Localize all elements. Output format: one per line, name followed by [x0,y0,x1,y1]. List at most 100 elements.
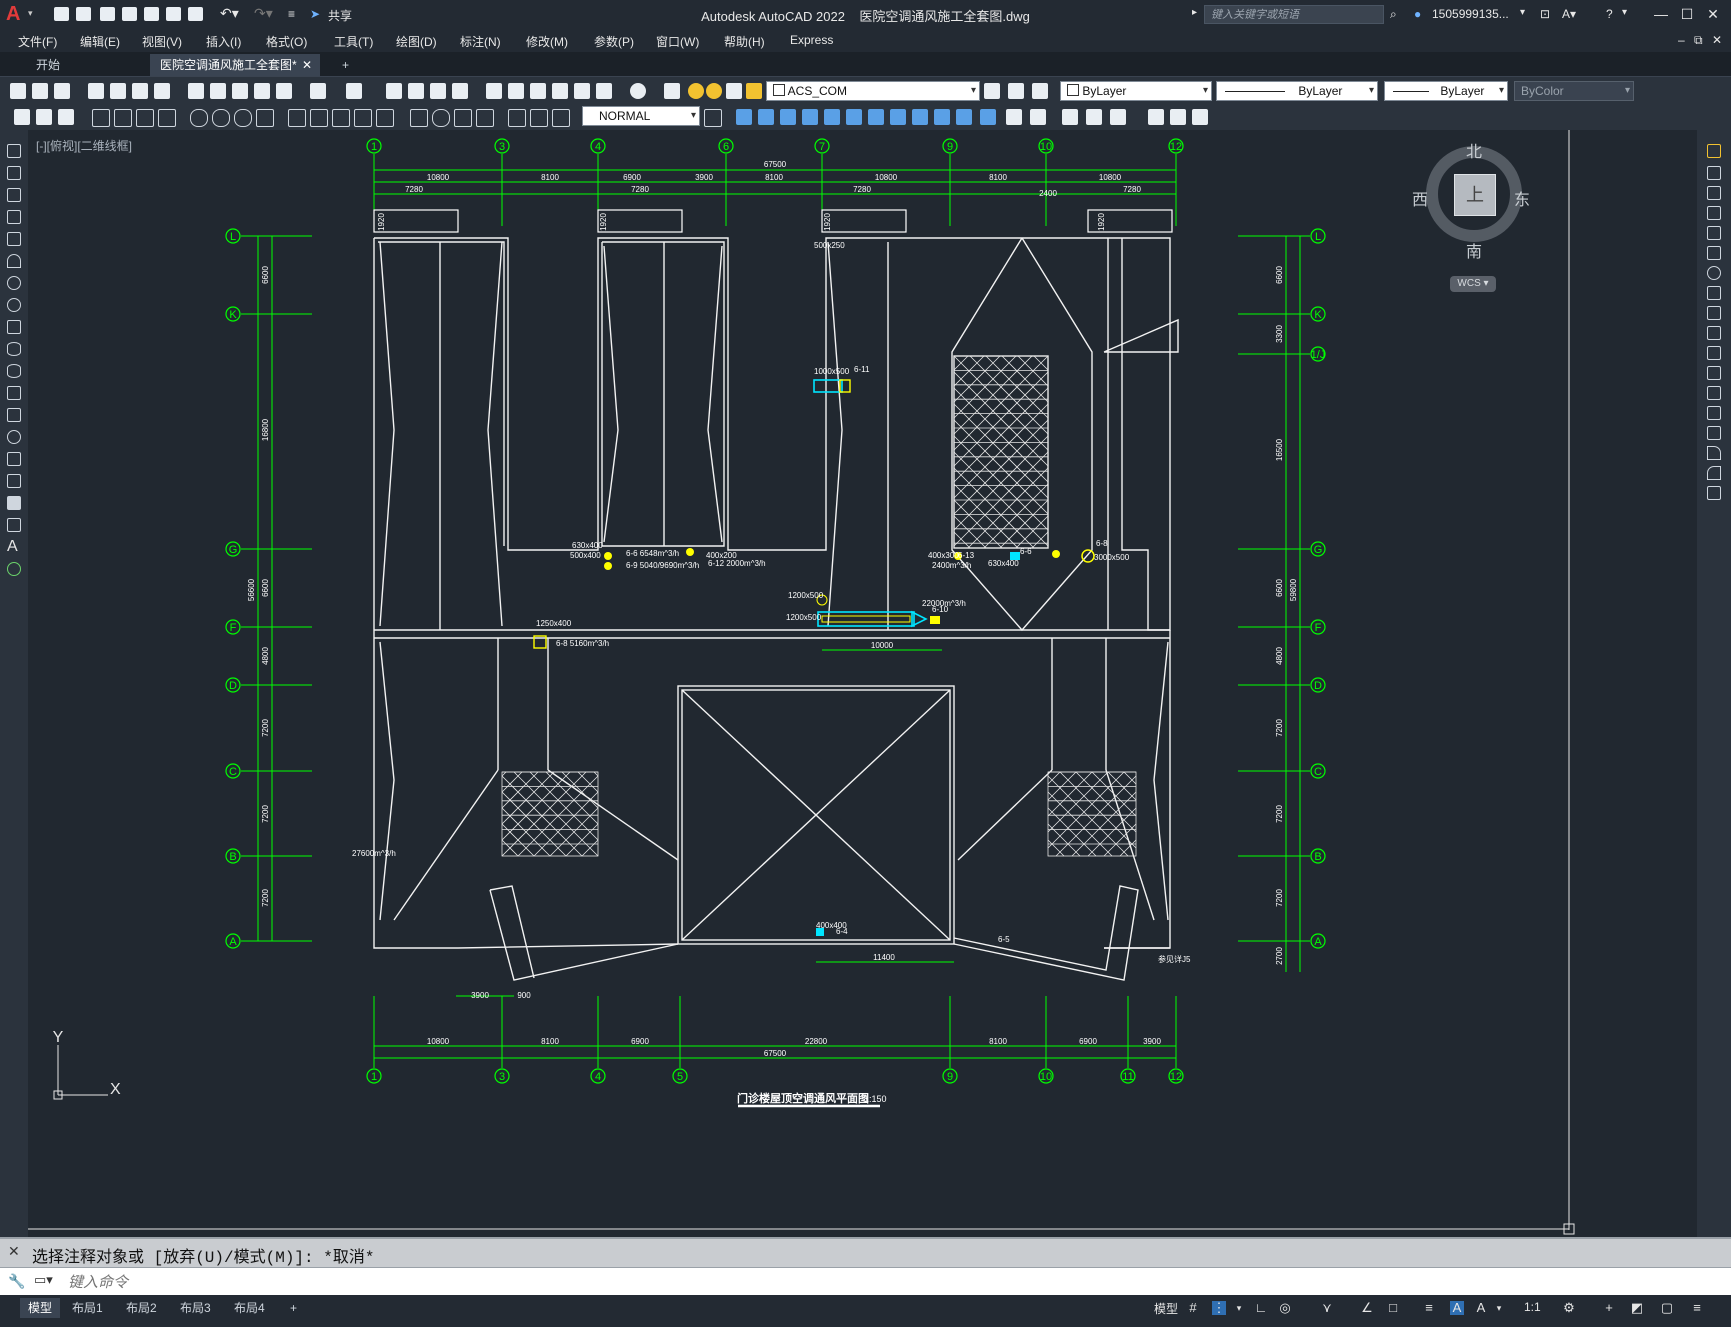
mirror-icon[interactable] [1707,186,1721,200]
layer-thaw-sun-icon[interactable] [706,83,722,99]
block-editor-icon[interactable] [276,83,292,99]
rotate-icon[interactable] [1707,266,1721,280]
polygon-icon[interactable] [7,210,21,224]
layout-tab-2[interactable]: 布局2 [118,1298,165,1318]
expand-chevron-icon[interactable]: ▸ [1192,7,1197,18]
redo-toolbar-icon[interactable] [346,83,362,99]
dimension-break-icon[interactable] [376,109,394,127]
quick-dimension-icon[interactable] [288,109,306,127]
stretch-icon[interactable] [1707,306,1721,320]
center-mark-icon[interactable] [432,109,450,127]
undo-toolbar-icon[interactable] [310,83,326,99]
copy-faces-icon[interactable] [934,109,950,125]
object-snap-tracking-icon[interactable]: ∠ [1360,1301,1374,1315]
menu-tools[interactable]: 工具(T) [334,33,373,50]
minimize-window-button[interactable]: — [1650,4,1672,24]
dim-style-icon[interactable] [14,109,30,125]
compass-east[interactable]: 东 [1514,186,1530,210]
layer-lock-icon[interactable] [746,83,762,99]
table-style-icon[interactable] [58,109,74,125]
layer-on-bulb-icon[interactable] [688,83,704,99]
ellipse-arc-icon[interactable] [7,364,21,378]
join-icon[interactable] [1707,406,1721,420]
object-snap-icon[interactable]: □ [1386,1301,1400,1315]
zoom-previous-icon[interactable] [452,83,468,99]
properties-icon[interactable] [486,83,502,99]
add-selected-icon[interactable] [7,562,21,576]
grid-icon[interactable]: # [1186,1301,1200,1315]
clean-icon[interactable] [1030,109,1046,125]
hardware-acceleration-icon[interactable]: ▢ [1660,1301,1674,1315]
taper-faces-icon[interactable] [912,109,928,125]
region-icon[interactable] [7,496,21,510]
polyline-icon[interactable] [7,188,21,202]
search-icon[interactable]: ⌕ [1390,7,1397,22]
workspace-gear-icon[interactable]: ⚙ [1562,1301,1576,1315]
doc-close-button[interactable]: ✕ [1712,33,1722,47]
annotation-visibility-icon[interactable]: A [1450,1301,1464,1315]
chamfer-icon[interactable] [1707,426,1721,440]
fillet-icon[interactable] [1707,446,1721,460]
union-icon[interactable] [736,109,752,125]
tab-drawing[interactable]: 医院空调通风施工全套图* ✕ [150,54,320,76]
menu-edit[interactable]: 编辑(E) [80,33,120,50]
aligned-dimension-icon[interactable] [114,109,132,127]
rotate-faces-icon[interactable] [890,109,906,125]
menu-parametric[interactable]: 参数(P) [594,33,634,50]
menu-file[interactable]: 文件(F) [18,33,57,50]
trim-icon[interactable] [1707,326,1721,340]
zoom-window-icon[interactable] [430,83,446,99]
sheet-set-icon[interactable] [552,83,568,99]
text-style-icon[interactable] [36,109,52,125]
dimension-space-icon[interactable] [354,109,372,127]
layer-state-icon[interactable] [1032,83,1048,99]
insert-block-icon[interactable] [7,386,21,400]
recent-commands-icon[interactable]: ▭▾ [34,1272,53,1288]
user-icon[interactable]: ● [1414,7,1421,21]
user-account[interactable]: 1505999135... [1432,7,1509,21]
continue-dimension-icon[interactable] [332,109,350,127]
copy-edges-icon[interactable] [980,109,996,125]
delete-faces-icon[interactable] [868,109,884,125]
tolerance-icon[interactable] [410,109,428,127]
layout-tab-model[interactable]: 模型 [20,1298,61,1318]
menu-draw[interactable]: 绘图(D) [396,33,437,50]
arc-length-icon[interactable] [136,109,154,127]
open-icon[interactable] [32,83,48,99]
check-icon[interactable] [1110,109,1126,125]
layout-tab-4[interactable]: 布局4 [226,1298,273,1318]
isolate-objects-icon[interactable]: ◩ [1630,1301,1644,1315]
add-layout-button[interactable]: + [282,1298,305,1318]
circle-icon[interactable] [7,276,21,290]
linear-dimension-icon[interactable] [92,109,110,127]
scale-icon[interactable] [1707,286,1721,300]
annotation-scale[interactable]: 1:1 [1524,1300,1541,1314]
spline-icon[interactable] [7,320,21,334]
layer-freeze-viewport-icon[interactable] [726,83,742,99]
slice-icon[interactable] [1148,109,1164,125]
markup-icon[interactable] [574,83,590,99]
diameter-dimension-icon[interactable] [234,109,252,127]
ordinate-dimension-icon[interactable] [158,109,176,127]
menu-help[interactable]: 帮助(H) [724,33,765,50]
help-icon[interactable]: ? [1606,7,1613,21]
radius-dimension-icon[interactable] [190,109,208,127]
print-icon[interactable] [88,83,104,99]
inspection-icon[interactable] [454,109,472,127]
rectangle-icon[interactable] [7,232,21,246]
offset-icon[interactable] [1707,206,1721,220]
isodraft-icon[interactable]: ⋎ [1320,1301,1334,1315]
qnew-icon[interactable] [10,83,26,99]
revision-cloud-icon[interactable] [7,298,21,312]
drawing-canvas[interactable]: 1 3 4 6 7 9 10 12 67500 10800 8100 6900 3900 8100 1080… [28,130,1697,1237]
compass-north[interactable]: 北 [1466,138,1482,162]
help-toolbar-icon[interactable] [630,83,646,99]
baseline-dimension-icon[interactable] [310,109,328,127]
menu-express[interactable]: Express [790,33,833,47]
3d-print-icon[interactable] [154,83,170,99]
design-center-icon[interactable] [508,83,524,99]
viewcube[interactable]: 上 北 南 东 西 WCS ▾ [1412,134,1530,294]
paste-icon[interactable] [232,83,248,99]
jogged-dimension-icon[interactable] [212,109,230,127]
copy-icon[interactable] [210,83,226,99]
